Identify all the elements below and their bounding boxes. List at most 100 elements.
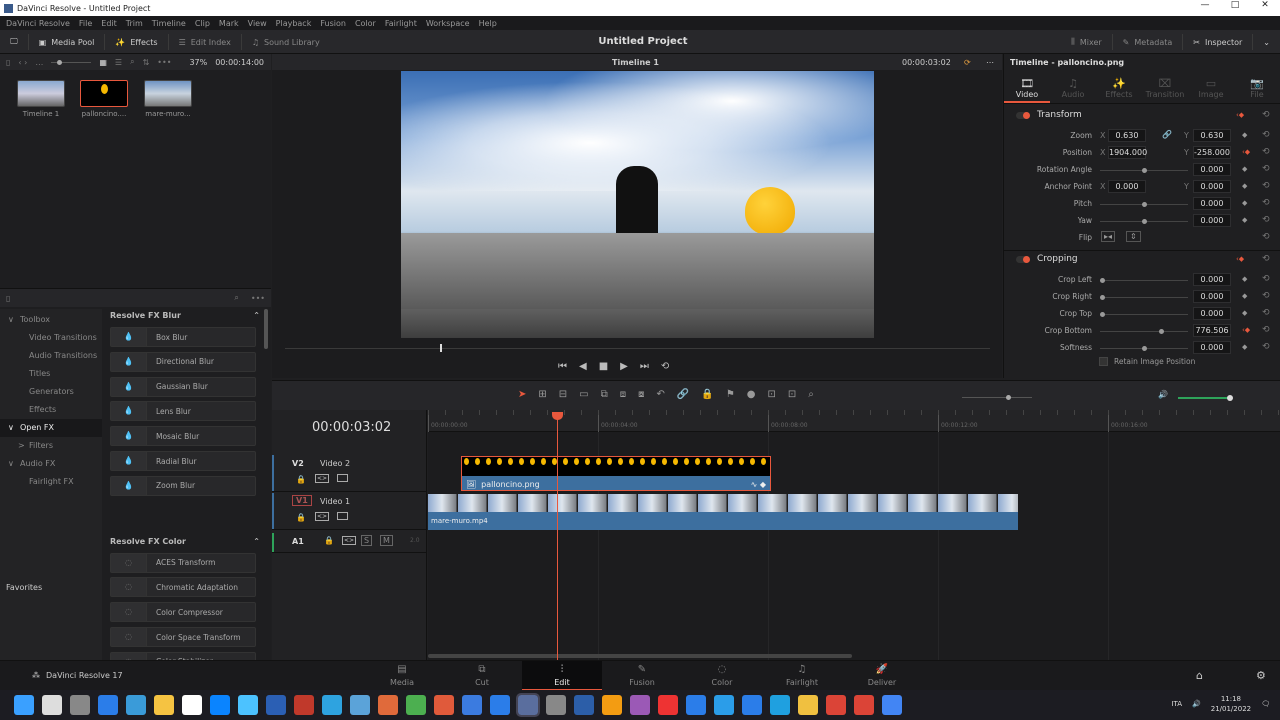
- menu-workspace[interactable]: Workspace: [426, 19, 470, 28]
- reset-icon[interactable]: ⟲: [1262, 232, 1270, 242]
- value-input[interactable]: 0.000: [1193, 214, 1231, 227]
- solo-button[interactable]: S: [361, 535, 373, 546]
- menu-clip[interactable]: Clip: [195, 19, 210, 28]
- fx-item-box-blur[interactable]: 💧 Box Blur: [110, 327, 256, 347]
- menu-fairlight[interactable]: Fairlight: [385, 19, 417, 28]
- search-icon[interactable]: ⌕: [130, 57, 134, 67]
- page-tab-fairlight[interactable]: ♫ Fairlight: [762, 661, 842, 691]
- menu-davinci-resolve[interactable]: DaVinci Resolve: [6, 19, 70, 28]
- value-input[interactable]: 0.000: [1193, 197, 1231, 210]
- keyframe-button[interactable]: ◆: [1242, 182, 1247, 190]
- menu-fusion[interactable]: Fusion: [320, 19, 346, 28]
- viewer-options-icon[interactable]: ⋯: [986, 58, 994, 67]
- lock-icon[interactable]: 🔒: [324, 536, 334, 545]
- flip-vertical-icon[interactable]: ⇕: [1126, 231, 1141, 242]
- search-icon[interactable]: ⌕: [234, 293, 238, 303]
- inspector-tab-effects[interactable]: ✨ Effects: [1096, 74, 1142, 103]
- insert-icon[interactable]: ⧉: [601, 389, 608, 400]
- marker-icon[interactable]: ●: [747, 389, 756, 400]
- sidebar-item-audio-fx[interactable]: ∨ Audio FX: [0, 455, 102, 473]
- edge-icon[interactable]: [770, 695, 790, 715]
- lock-icon[interactable]: 🔒: [296, 475, 306, 484]
- options-icon[interactable]: •••: [251, 294, 265, 303]
- fx-item-radial-blur[interactable]: 💧 Radial Blur: [110, 451, 256, 471]
- keyframe-curve-icon[interactable]: ∿ ◆: [751, 480, 766, 489]
- acrobat-icon[interactable]: [294, 695, 314, 715]
- reset-icon[interactable]: ⟲: [1262, 274, 1270, 284]
- keyframe-button[interactable]: ◆: [1242, 131, 1247, 139]
- sidebar-item-effects[interactable]: Effects: [0, 401, 102, 419]
- opera-icon[interactable]: [658, 695, 678, 715]
- page-tab-fusion[interactable]: ✎ Fusion: [602, 661, 682, 691]
- slider-knob[interactable]: [1100, 278, 1105, 283]
- value-input[interactable]: 0.000: [1193, 341, 1231, 354]
- keyframe-button[interactable]: ◆: [1242, 309, 1247, 317]
- chrome-3-icon[interactable]: [882, 695, 902, 715]
- reset-icon[interactable]: ⟲: [1262, 198, 1270, 208]
- trim-icon[interactable]: ⊞: [538, 389, 546, 400]
- track-id[interactable]: V2: [292, 459, 304, 468]
- inspector-tab-video[interactable]: 🎞 Video: [1004, 74, 1050, 103]
- thumbnail-size-slider[interactable]: [51, 59, 92, 65]
- position-lock-icon[interactable]: 🔒: [701, 389, 713, 400]
- davinci-resolve-icon[interactable]: [516, 693, 540, 717]
- clip-palloncino[interactable]: 🖼 palloncino.png ∿ ◆: [461, 456, 771, 491]
- widgets-icon[interactable]: [98, 695, 118, 715]
- app-blue-icon[interactable]: [490, 695, 510, 715]
- notepad-icon[interactable]: [350, 695, 370, 715]
- lock-icon[interactable]: 🔒: [296, 513, 306, 522]
- reset-icon[interactable]: ⟲: [1262, 308, 1270, 318]
- param-slider[interactable]: [1100, 219, 1188, 224]
- reset-icon[interactable]: ⟲: [1262, 342, 1270, 352]
- network-icon[interactable]: [210, 695, 230, 715]
- auto-select-icon[interactable]: <>: [315, 512, 330, 521]
- page-tab-edit[interactable]: ⫶ Edit: [522, 661, 602, 691]
- param-slider[interactable]: [1100, 329, 1188, 334]
- blade-icon[interactable]: ▭: [579, 389, 588, 400]
- param-slider[interactable]: [1100, 202, 1188, 207]
- file-explorer-icon[interactable]: [154, 695, 174, 715]
- grid-view-icon[interactable]: ▦: [99, 58, 107, 67]
- clip-mare-muro[interactable]: mare-muro.mp4: [428, 494, 1018, 530]
- menu-help[interactable]: Help: [479, 19, 497, 28]
- snapping-icon[interactable]: ↶: [657, 389, 665, 400]
- keyframe-button[interactable]: ‹◆: [1236, 255, 1244, 263]
- page-tab-deliver[interactable]: 🚀 Deliver: [842, 661, 922, 691]
- vlc-icon[interactable]: [602, 695, 622, 715]
- checkbox[interactable]: [1099, 357, 1108, 366]
- linked-selection-icon[interactable]: 🔗: [677, 389, 689, 400]
- menu-file[interactable]: File: [79, 19, 92, 28]
- notifications-icon[interactable]: 🗨: [1261, 700, 1270, 708]
- fx-item-color-compressor[interactable]: ◌ Color Compressor: [110, 602, 256, 623]
- zoom-full-icon[interactable]: ⊡: [768, 389, 776, 400]
- keyframe-button[interactable]: ‹◆: [1236, 111, 1244, 119]
- slider-knob[interactable]: [1142, 202, 1147, 207]
- zoom-level[interactable]: 37%: [189, 58, 207, 67]
- reset-icon[interactable]: ⟲: [1262, 181, 1270, 191]
- sidebar-item-filters[interactable]: > Filters: [0, 437, 102, 455]
- skip-to-start-icon[interactable]: ⏮: [558, 361, 567, 372]
- page-tab-media[interactable]: ▤ Media: [362, 661, 442, 691]
- param-slider[interactable]: [1100, 278, 1188, 283]
- keyframe-button[interactable]: ‹◆: [1242, 148, 1250, 156]
- word-icon[interactable]: [266, 695, 286, 715]
- chrome-1-icon[interactable]: [826, 695, 846, 715]
- sidebar-item-video-transitions[interactable]: Video Transitions: [0, 329, 102, 347]
- app-c2-icon[interactable]: [406, 695, 426, 715]
- zoom-detail-icon[interactable]: ⊡: [788, 389, 796, 400]
- panel-toggle-icon[interactable]: ▯: [6, 294, 10, 303]
- volume-tray-icon[interactable]: 🔊: [1192, 700, 1201, 708]
- skip-to-end-icon[interactable]: ⏭: [640, 361, 649, 372]
- fx-item-chromatic-adaptation[interactable]: ◌ Chromatic Adaptation: [110, 577, 256, 598]
- list-view-icon[interactable]: ☰: [115, 58, 122, 67]
- keyframe-button[interactable]: ◆: [1242, 275, 1247, 283]
- param-slider[interactable]: [1100, 346, 1188, 351]
- mute-button[interactable]: M: [380, 535, 393, 546]
- retain-image-position[interactable]: Retain Image Position: [1099, 357, 1195, 366]
- param-slider[interactable]: [1100, 168, 1188, 173]
- app-c1-icon[interactable]: [378, 695, 398, 715]
- timeline-selector[interactable]: Timeline 1: [612, 58, 659, 67]
- reset-icon[interactable]: ⟲: [1262, 110, 1270, 120]
- app-s2-icon[interactable]: [462, 695, 482, 715]
- fx-item-aces-transform[interactable]: ◌ ACES Transform: [110, 552, 256, 573]
